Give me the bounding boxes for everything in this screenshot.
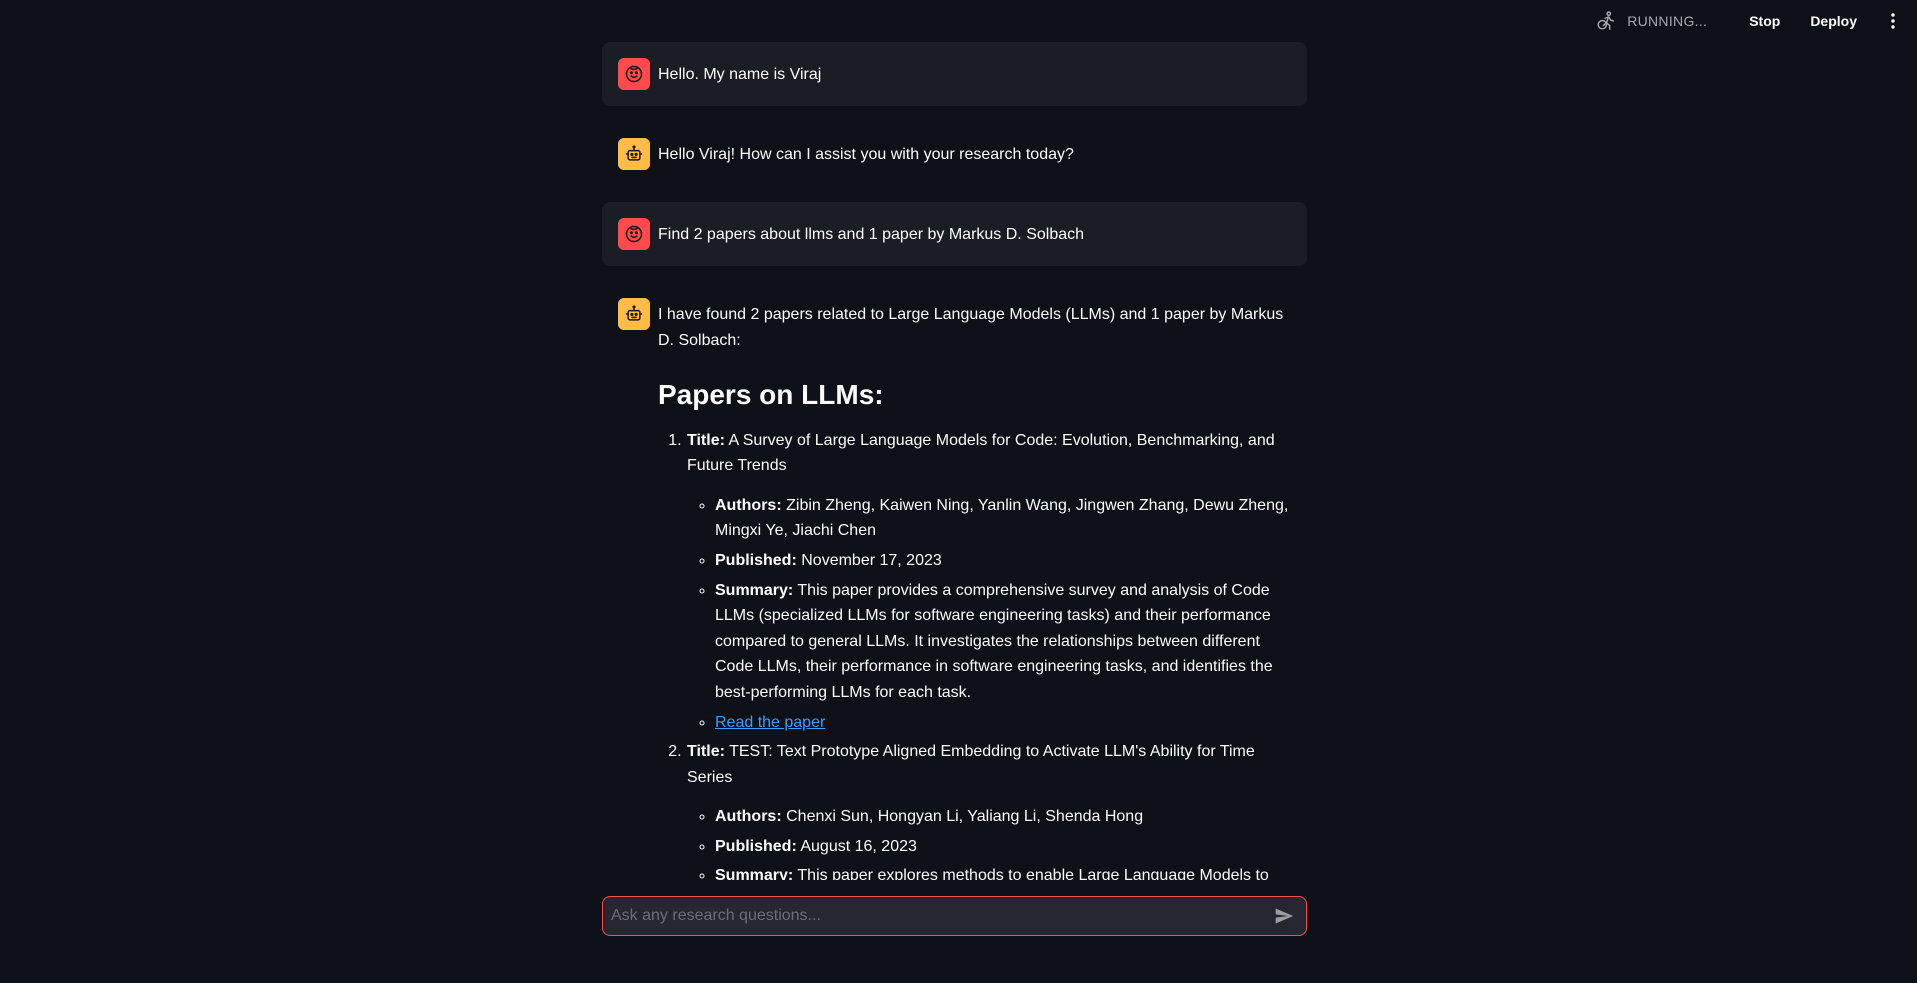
summary-label: Summary:	[715, 867, 794, 880]
link-item: Read the paper	[715, 710, 1291, 736]
response-intro: I have found 2 papers related to Large L…	[658, 306, 1284, 349]
paper-details: Authors: Zibin Zheng, Kaiwen Ning, Yanli…	[687, 493, 1291, 735]
stop-button[interactable]: Stop	[1739, 9, 1790, 33]
authors-value: Zibin Zheng, Kaiwen Ning, Yanlin Wang, J…	[715, 496, 1289, 540]
summary-value: This paper explores methods to enable La…	[797, 867, 1269, 880]
chat-message-assistant: I have found 2 papers related to Large L…	[602, 282, 1307, 880]
summary-item: Summary: This paper explores methods to …	[715, 863, 1291, 880]
authors-value: Chenxi Sun, Hongyan Li, Yaliang Li, Shen…	[786, 808, 1144, 826]
robot-icon	[625, 145, 643, 161]
smiley-face-icon	[625, 225, 643, 243]
paper-item: Title: TEST: Text Prototype Aligned Embe…	[686, 739, 1291, 880]
published-item: Published: November 17, 2023	[715, 548, 1291, 574]
paper-details: Authors: Chenxi Sun, Hongyan Li, Yaliang…	[687, 804, 1291, 880]
assistant-avatar	[618, 138, 650, 170]
user-avatar	[618, 218, 650, 250]
chat-message-assistant: Hello Viraj! How can I assist you with y…	[602, 122, 1307, 186]
message-text: Hello Viraj! How can I assist you with y…	[658, 146, 1074, 163]
paper-title: TEST: Text Prototype Aligned Embedding t…	[687, 743, 1255, 786]
paper-item: Title: A Survey of Large Language Models…	[686, 428, 1291, 736]
authors-item: Authors: Zibin Zheng, Kaiwen Ning, Yanli…	[715, 493, 1291, 544]
message-text: Hello. My name is Viraj	[658, 66, 822, 83]
summary-value: This paper provides a comprehensive surv…	[715, 581, 1273, 701]
paper-title: A Survey of Large Language Models for Co…	[687, 431, 1275, 475]
chat-input[interactable]	[603, 907, 1266, 925]
main-menu-button[interactable]	[1881, 9, 1905, 33]
robot-icon	[625, 305, 643, 321]
authors-item: Authors: Chenxi Sun, Hongyan Li, Yaliang…	[715, 804, 1291, 830]
send-button[interactable]	[1266, 898, 1302, 934]
published-item: Published: August 16, 2023	[715, 834, 1291, 860]
summary-label: Summary:	[715, 581, 794, 599]
chat-area[interactable]: Hello. My name is Viraj Hello Viraj! How…	[602, 0, 1307, 880]
published-label: Published:	[715, 551, 797, 569]
user-avatar	[618, 58, 650, 90]
message-text: Find 2 papers about llms and 1 paper by …	[658, 226, 1085, 243]
section-heading: Papers on LLMs:	[658, 379, 884, 411]
authors-label: Authors:	[715, 496, 782, 514]
chat-message-user: Find 2 papers about llms and 1 paper by …	[602, 202, 1307, 266]
chat-message-user: Hello. My name is Viraj	[602, 42, 1307, 106]
smiley-face-icon	[625, 65, 643, 83]
chat-input-container	[602, 896, 1307, 936]
status-text: RUNNING...	[1627, 13, 1708, 29]
authors-label: Authors:	[715, 808, 782, 826]
title-label: Title:	[687, 431, 725, 449]
published-label: Published:	[715, 837, 797, 855]
published-value: November 17, 2023	[801, 551, 942, 569]
read-paper-link[interactable]: Read the paper	[715, 714, 825, 731]
running-status: RUNNING...	[1595, 10, 1707, 32]
title-label: Title:	[687, 743, 725, 761]
papers-list: Title: A Survey of Large Language Models…	[658, 428, 1291, 880]
assistant-avatar	[618, 298, 650, 330]
summary-item: Summary: This paper provides a comprehen…	[715, 578, 1291, 706]
send-icon	[1275, 908, 1294, 924]
message-list: Hello. My name is Viraj Hello Viraj! How…	[602, 0, 1307, 880]
deploy-button[interactable]: Deploy	[1800, 9, 1867, 33]
running-person-icon	[1597, 11, 1615, 30]
kebab-menu-icon	[1891, 13, 1895, 29]
published-value: August 16, 2023	[800, 837, 917, 855]
assistant-response: I have found 2 papers related to Large L…	[658, 298, 1291, 880]
